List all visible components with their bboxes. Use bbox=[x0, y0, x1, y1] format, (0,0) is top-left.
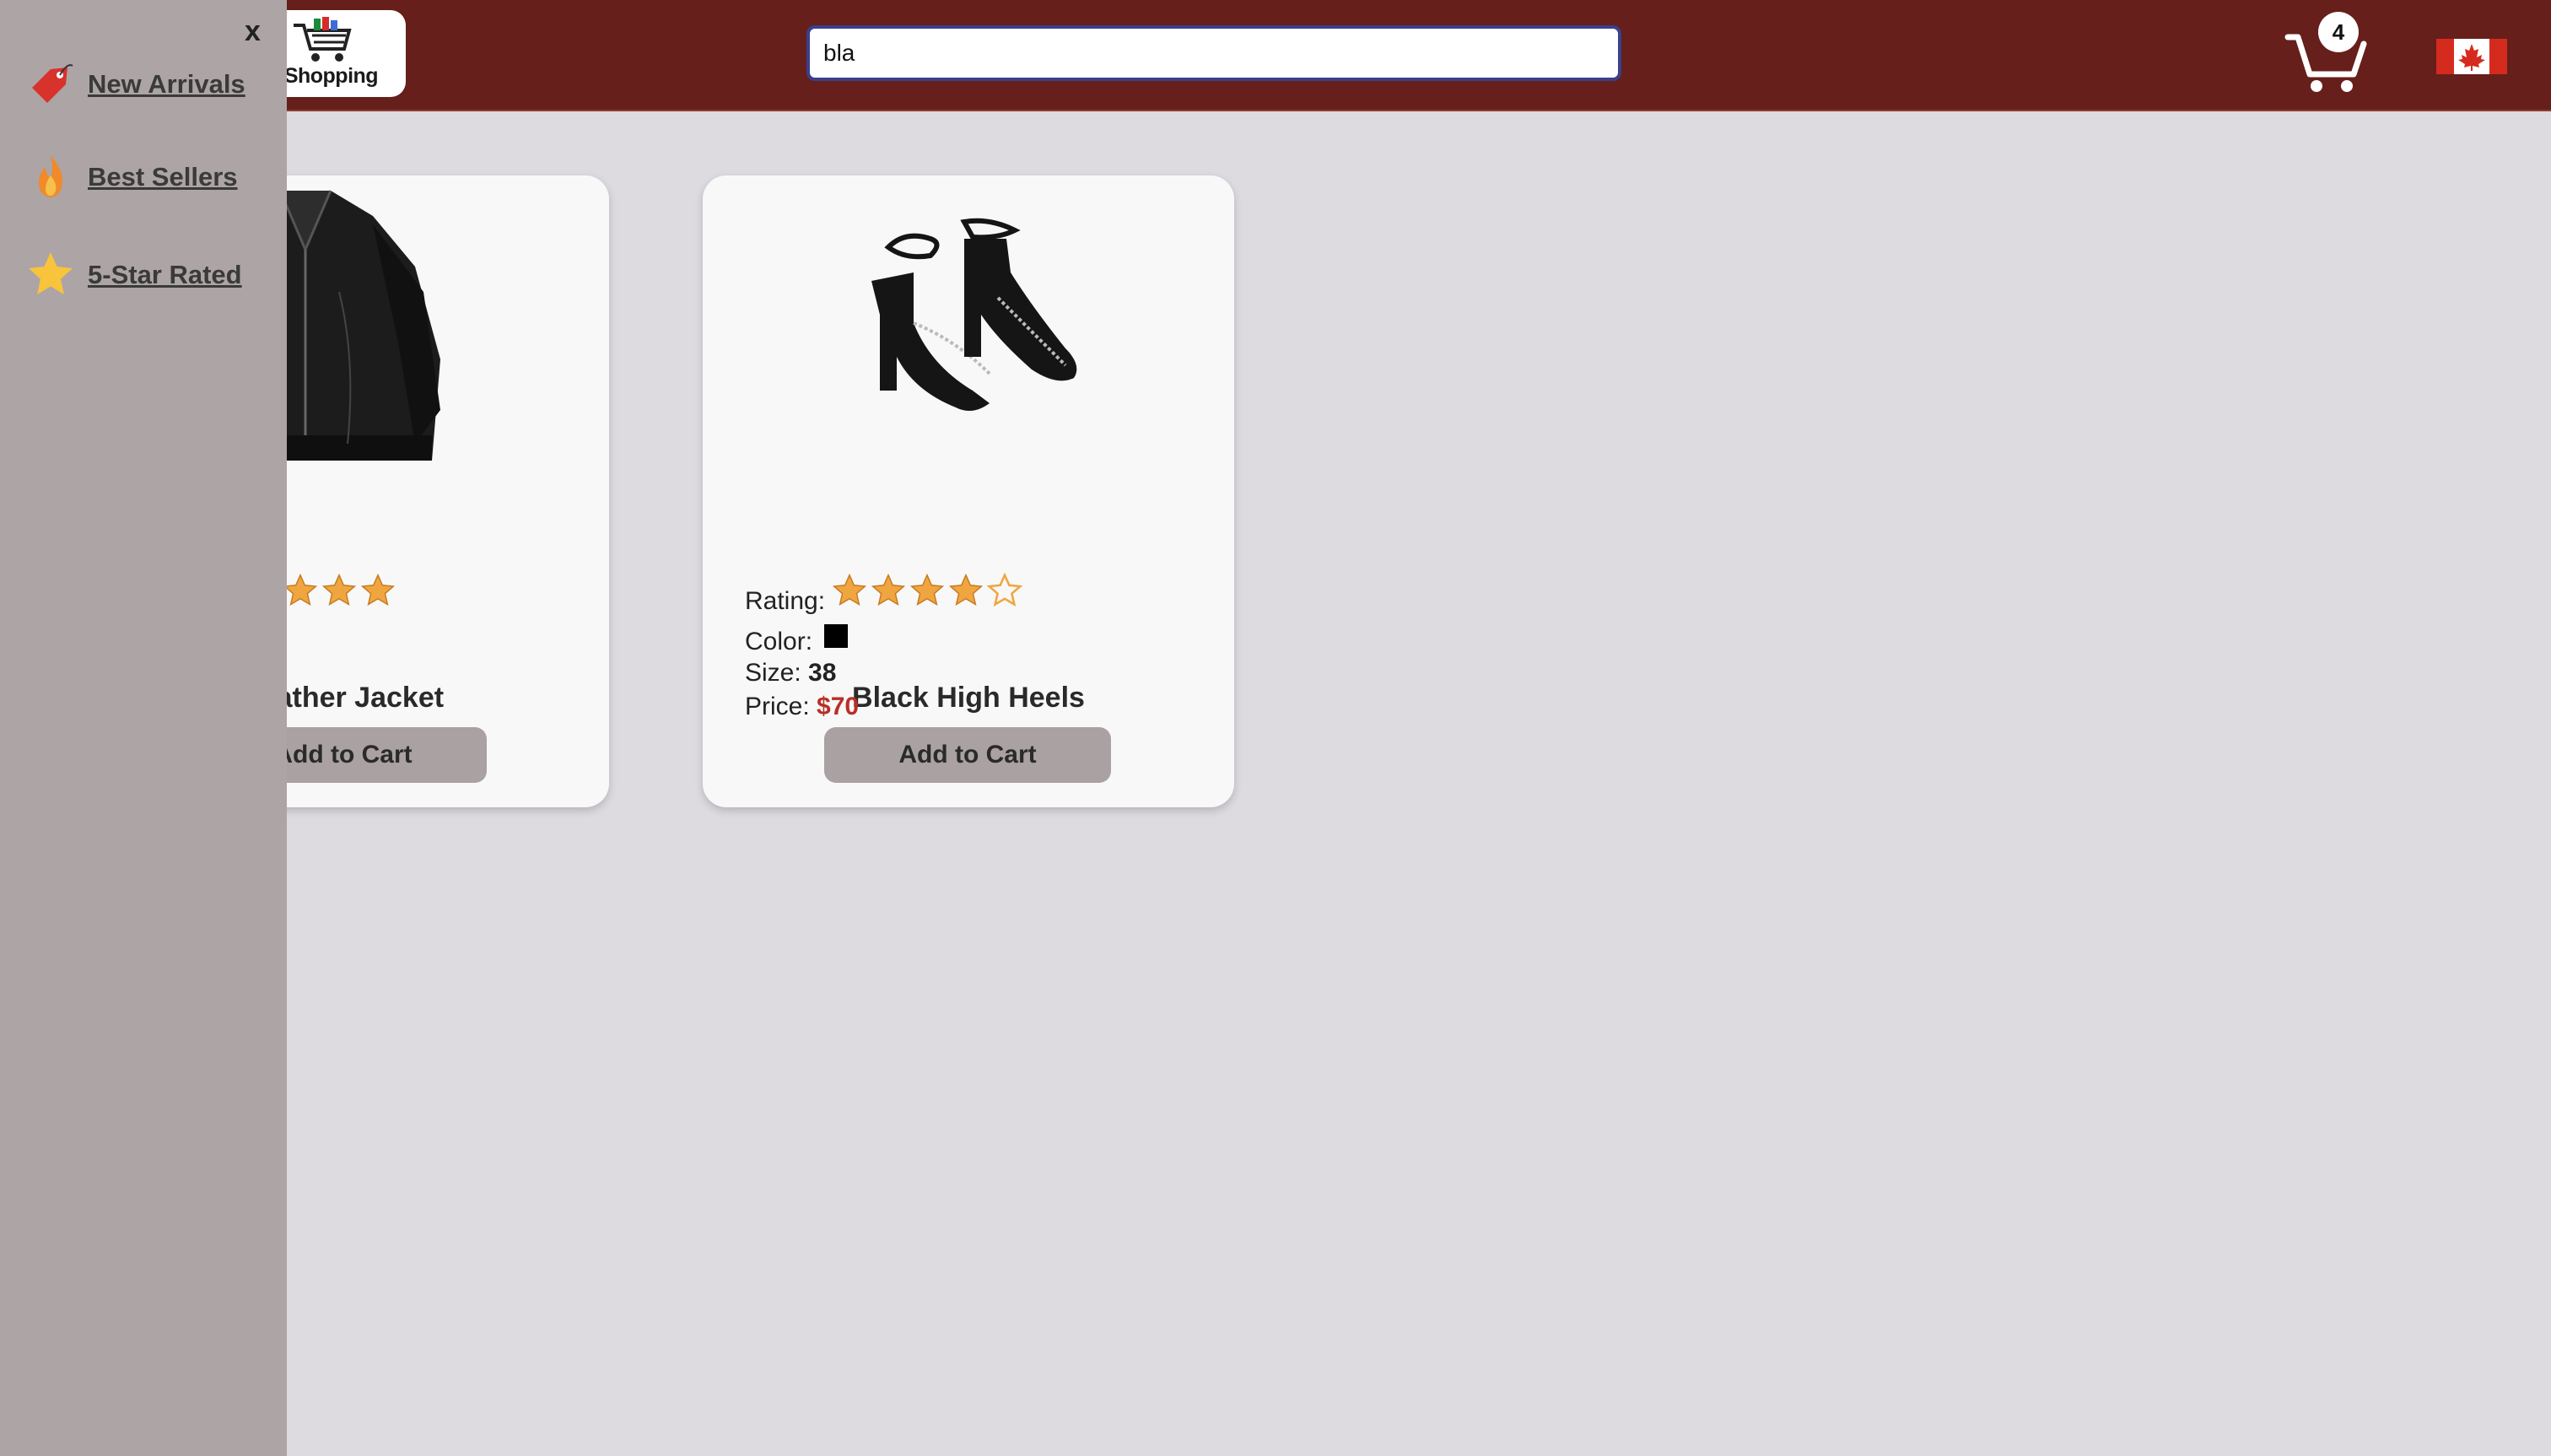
star-filled-icon bbox=[948, 573, 984, 607]
product-image bbox=[871, 218, 1077, 411]
sidebar-item-label[interactable]: Best Sellers bbox=[88, 162, 238, 192]
rating-stars bbox=[831, 572, 1023, 609]
color-swatch bbox=[824, 624, 849, 648]
sidebar-item-label[interactable]: New Arrivals bbox=[88, 69, 245, 100]
star-filled-icon bbox=[360, 573, 396, 607]
star-filled-icon bbox=[871, 573, 906, 607]
product-card: Black High Heels Rating: Color: Size: 38… bbox=[703, 175, 1234, 807]
basket-logo-icon bbox=[294, 17, 352, 62]
size-label: Size: bbox=[745, 659, 801, 687]
color-row: Color: bbox=[745, 624, 849, 656]
search-input[interactable] bbox=[806, 25, 1621, 81]
add-to-cart-button[interactable]: Add to Cart bbox=[824, 727, 1111, 783]
size-value: 38 bbox=[808, 659, 837, 687]
star-filled-icon bbox=[283, 573, 318, 607]
star-filled-icon bbox=[909, 573, 945, 607]
price-label: Price: bbox=[745, 693, 810, 720]
canada-flag-icon[interactable] bbox=[2436, 39, 2507, 74]
rating-label: Rating: bbox=[745, 587, 826, 615]
star-filled-icon bbox=[321, 573, 357, 607]
sidebar-menu: x New Arrivals Best Sellers 5-Star Rated bbox=[0, 0, 287, 1456]
sidebar-item-5-star-rated[interactable]: 5-Star Rated bbox=[25, 250, 242, 300]
sidebar-item-new-arrivals[interactable]: New Arrivals bbox=[25, 59, 245, 110]
price-value: $70 bbox=[817, 693, 860, 720]
close-sidebar-button[interactable]: x bbox=[245, 15, 261, 48]
sidebar-item-label[interactable]: 5-Star Rated bbox=[88, 260, 242, 290]
star-icon bbox=[29, 252, 73, 294]
sidebar-item-best-sellers[interactable]: Best Sellers bbox=[25, 152, 238, 202]
size-row: Size: 38 bbox=[745, 659, 836, 688]
color-label: Color: bbox=[745, 628, 813, 655]
star-empty-icon bbox=[986, 572, 1023, 607]
top-header: syShopping 4 bbox=[0, 0, 2551, 111]
cart-count-badge: 4 bbox=[2318, 12, 2359, 52]
price-tag-icon bbox=[32, 64, 73, 103]
rating-row: Rating: bbox=[745, 587, 825, 616]
price-row: Price: $70 bbox=[745, 693, 859, 721]
star-filled-icon bbox=[832, 573, 867, 607]
fire-icon bbox=[39, 155, 62, 197]
